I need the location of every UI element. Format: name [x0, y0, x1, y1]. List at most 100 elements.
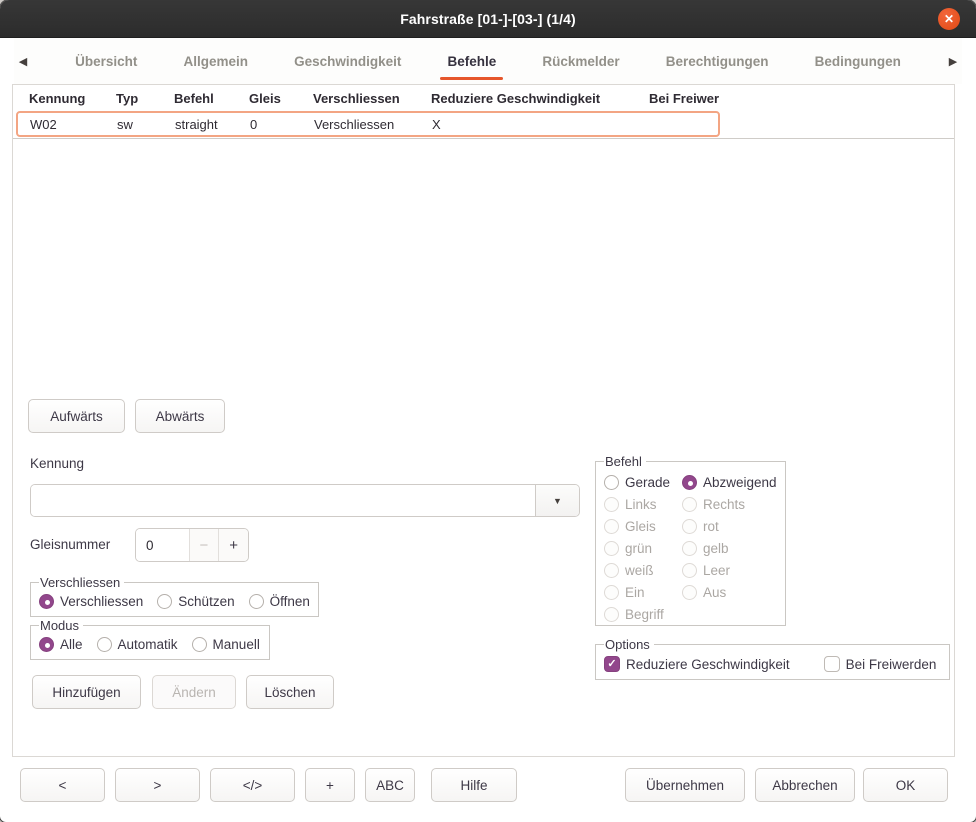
befehle-page: Kennung Typ Befehl Gleis Verschliessen R… [12, 84, 955, 757]
radio-gruen: grün [604, 541, 680, 556]
radio-icon [157, 594, 172, 609]
tab-rueckmelder[interactable]: Rückmelder [539, 54, 622, 69]
chevron-down-icon: ▼ [553, 496, 562, 506]
modus-group: Modus Alle Automatik Manuell [30, 618, 270, 660]
radio-gerade[interactable]: Gerade [604, 475, 680, 490]
radio-automatik[interactable]: Automatik [97, 637, 178, 652]
radio-icon [604, 563, 619, 578]
radio-ein: Ein [604, 585, 680, 600]
row-cell-verschliessen: Verschliessen [302, 117, 420, 132]
row-cell-befehl: straight [163, 117, 238, 132]
radio-icon [682, 563, 697, 578]
kennung-dropdown-button[interactable]: ▼ [535, 485, 579, 516]
radio-manuell[interactable]: Manuell [192, 637, 260, 652]
radio-icon [604, 475, 619, 490]
tab-geschwindigkeit[interactable]: Geschwindigkeit [291, 54, 404, 69]
abc-button[interactable]: ABC [365, 768, 415, 802]
tab-befehle[interactable]: Befehle [444, 54, 499, 69]
plus-button[interactable]: + [305, 768, 355, 802]
radio-icon [249, 594, 264, 609]
radio-verschliessen[interactable]: Verschliessen [39, 594, 143, 609]
column-header-reduziere-geschwindigkeit[interactable]: Reduziere Geschwindigkeit [419, 91, 637, 106]
radio-abzweigend[interactable]: Abzweigend [682, 475, 777, 490]
gleisnummer-input[interactable] [146, 538, 189, 553]
radio-rechts: Rechts [682, 497, 777, 512]
kennung-input[interactable] [31, 485, 535, 516]
table-row[interactable]: W02 sw straight 0 Verschliessen X [16, 111, 720, 137]
verschliessen-group: Verschliessen Verschliessen Schützen Öff… [30, 575, 319, 617]
kennung-label: Kennung [30, 456, 84, 471]
tab-allgemein[interactable]: Allgemein [180, 54, 251, 69]
options-group-label: Options [604, 637, 654, 652]
radio-oeffnen[interactable]: Öffnen [249, 594, 310, 609]
row-cell-kennung: W02 [18, 117, 105, 132]
close-icon: ✕ [944, 13, 954, 25]
gleisnummer-stepper: − + [135, 528, 249, 562]
spin-plus-button[interactable]: + [218, 529, 248, 561]
window-title: Fahrstraße [01-]-[03-] (1/4) [400, 11, 576, 27]
checkbox-bei-freiwerden[interactable]: Bei Freiwerden [824, 656, 937, 672]
tab-scroll-right-icon[interactable]: ▶ [944, 55, 962, 68]
radio-icon [682, 497, 697, 512]
radio-alle[interactable]: Alle [39, 637, 83, 652]
apply-button[interactable]: Übernehmen [625, 768, 745, 802]
radio-aus: Aus [682, 585, 777, 600]
plus-icon: + [229, 537, 238, 554]
row-cell-typ: sw [105, 117, 163, 132]
radio-icon [192, 637, 207, 652]
add-button[interactable]: Hinzufügen [32, 675, 141, 709]
radio-icon [682, 585, 697, 600]
kennung-combobox: ▼ [30, 484, 580, 517]
radio-icon [604, 607, 619, 622]
radio-icon [604, 519, 619, 534]
gleisnummer-label: Gleisnummer [30, 537, 110, 552]
delete-button[interactable]: Löschen [246, 675, 334, 709]
radio-schuetzen[interactable]: Schützen [157, 594, 234, 609]
change-button[interactable]: Ändern [152, 675, 236, 709]
column-header-gleis[interactable]: Gleis [237, 91, 301, 106]
radio-icon [682, 541, 697, 556]
spin-minus-button[interactable]: − [189, 529, 219, 561]
table-header[interactable]: Kennung Typ Befehl Gleis Verschliessen R… [13, 85, 954, 111]
befehl-group-label: Befehl [604, 454, 646, 469]
move-up-button[interactable]: Aufwärts [28, 399, 125, 433]
titlebar[interactable]: Fahrstraße [01-]-[03-] (1/4) ✕ [0, 0, 976, 38]
tab-bedingungen[interactable]: Bedingungen [812, 54, 904, 69]
modus-group-label: Modus [39, 618, 83, 633]
column-header-bei-freiwerden[interactable]: Bei Freiwer [637, 91, 954, 106]
radio-gelb: gelb [682, 541, 777, 556]
nav-prev-button[interactable]: < [20, 768, 105, 802]
xml-button[interactable]: </> [210, 768, 295, 802]
column-header-typ[interactable]: Typ [104, 91, 162, 106]
dialog-window: Fahrstraße [01-]-[03-] (1/4) ✕ ◀ Übersic… [0, 0, 976, 822]
nav-next-button[interactable]: > [115, 768, 200, 802]
radio-selected-icon [39, 594, 54, 609]
tab-strip: ◀ Übersicht Allgemein Geschwindigkeit Be… [14, 38, 962, 84]
close-button[interactable]: ✕ [938, 8, 960, 30]
minus-icon: − [200, 537, 209, 554]
radio-rot: rot [682, 519, 777, 534]
radio-icon [604, 585, 619, 600]
radio-icon [97, 637, 112, 652]
move-down-button[interactable]: Abwärts [135, 399, 225, 433]
row-separator [13, 138, 954, 139]
tab-berechtigungen[interactable]: Berechtigungen [663, 54, 772, 69]
radio-icon [604, 541, 619, 556]
ok-button[interactable]: OK [863, 768, 948, 802]
cancel-button[interactable]: Abbrechen [755, 768, 855, 802]
help-button[interactable]: Hilfe [431, 768, 517, 802]
radio-icon [682, 519, 697, 534]
tab-uebersicht[interactable]: Übersicht [72, 54, 140, 69]
verschliessen-group-label: Verschliessen [39, 575, 124, 590]
column-header-kennung[interactable]: Kennung [17, 91, 104, 106]
radio-selected-icon [682, 475, 697, 490]
column-header-verschliessen[interactable]: Verschliessen [301, 91, 419, 106]
column-header-befehl[interactable]: Befehl [162, 91, 237, 106]
radio-leer: Leer [682, 563, 777, 578]
tab-scroll-left-icon[interactable]: ◀ [14, 55, 32, 68]
radio-icon [604, 497, 619, 512]
radio-gleis: Gleis [604, 519, 680, 534]
checkbox-reduziere-geschwindigkeit[interactable]: ✓ Reduziere Geschwindigkeit [604, 656, 790, 672]
radio-links: Links [604, 497, 680, 512]
radio-weiss: weiß [604, 563, 680, 578]
